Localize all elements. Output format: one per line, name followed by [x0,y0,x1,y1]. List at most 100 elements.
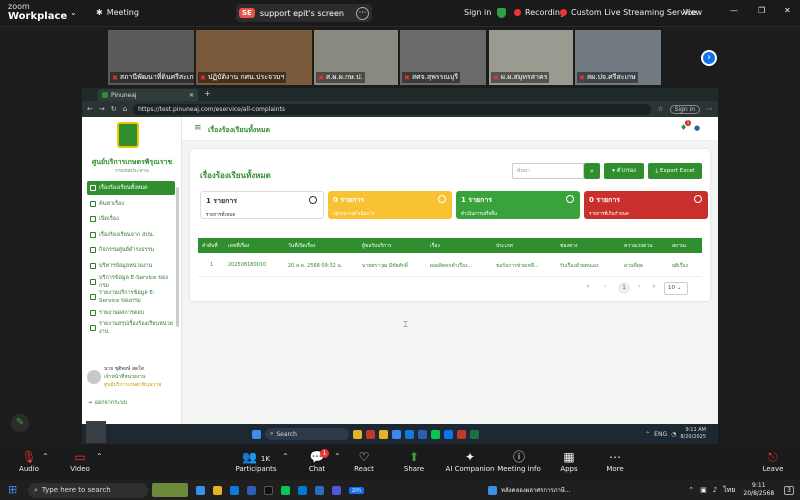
security-shield-icon[interactable] [497,8,506,20]
stat-card[interactable]: 0 รายการ รายการที่เกินกำหนด [584,191,708,219]
chat-options-chevron-icon[interactable]: ⌃ [334,452,341,461]
sidebar-item[interactable]: ค้นหาเรื่อง [87,197,175,211]
next-page-arrow-icon[interactable]: › [701,50,717,66]
live-stream-indicator[interactable]: Custom Live Streaming Service [560,8,697,17]
restore-icon[interactable]: ❐ [758,6,765,15]
url-input[interactable]: https://test.pinuneaj.com/eservice/all-c… [133,103,652,115]
search-input[interactable]: ค้นหา [512,163,584,179]
participants-button[interactable]: 👥 1K Participants [233,449,279,473]
column-header[interactable]: สถานะ [672,242,687,250]
chrome-icon[interactable] [392,429,401,439]
participant-tile[interactable]: ✖ สศจ.สุพรรณบุรี [400,30,486,85]
column-header[interactable]: ความเร่งด่วน [624,242,653,250]
filter-button[interactable]: ▾ ตัวกรอง [604,163,644,179]
remote-lang[interactable]: ENG [654,431,667,438]
column-header[interactable]: วันที่เปิดเรื่อง [288,242,316,250]
sidebar-item[interactable]: เปิดเรื่อง [87,212,175,226]
line-icon[interactable] [431,429,440,439]
back-icon[interactable]: ← [87,105,93,113]
zoom-icon[interactable] [444,429,453,439]
excel-icon[interactable] [470,429,479,439]
apps-button[interactable]: ▦ Apps [546,449,592,473]
more-options-icon[interactable]: ··· [356,6,369,20]
windows-start-icon[interactable]: ⊞ [8,483,17,496]
sidebar-item[interactable]: รายงานบริการข้อมูล E-Service ของกรม [87,290,175,304]
reload-icon[interactable]: ↻ [111,105,117,113]
search-button[interactable]: ⌕ [584,163,600,179]
annotate-pencil-icon[interactable]: ✎ [11,414,29,432]
stat-card[interactable]: 1 รายการ รายการทั้งหมด [200,191,324,219]
app-icon[interactable] [315,485,324,495]
column-header[interactable]: เลขที่เรื่อง [228,242,249,250]
pdf-icon[interactable] [457,429,466,439]
logout-link[interactable]: ⇥ ออกจากระบบ [87,399,177,407]
system-clock[interactable]: 9:11 20/8/2568 [743,482,774,498]
participant-tile[interactable]: ✖ ผ.ผ.สมุทรสาคร [489,30,573,85]
teams-icon[interactable] [332,485,341,495]
browser-menu-icon[interactable]: ⋯ [706,105,713,113]
active-app-title[interactable]: หลังคลองผลาศรการภาษี... [501,485,571,495]
share-indicator[interactable]: SE support epit's screen ··· [236,4,372,22]
page-current[interactable]: 1 [618,282,630,294]
file-explorer-icon[interactable] [213,485,222,495]
sidebar-item[interactable]: รายงานสรุปเรื่องร้องเรียนหน่วยงาน [87,321,175,335]
tray-chevron-icon[interactable]: ⌃ [688,486,694,494]
participant-tile[interactable]: ✖ ส.ผ.ผ.กษ.ป. [314,30,398,85]
minimize-icon[interactable]: — [730,6,738,15]
ai-companion-button[interactable]: ✦ AI Companion [442,449,498,473]
sidebar-item[interactable]: กิจกรรมศูนย์ดำรงธรรม [87,243,175,257]
column-header[interactable]: ผู้ขอรับบริการ [362,242,392,250]
volume-icon[interactable]: ♪ [713,486,717,494]
notification-center-badge[interactable]: 3 [784,485,794,495]
tiktok-icon[interactable] [264,485,273,495]
task-view-icon[interactable] [196,485,205,495]
user-icon[interactable]: ● [694,124,700,132]
home-icon[interactable]: ⌂ [123,105,127,113]
sidebar-item[interactable]: รายงานผลการตอบ [87,306,175,320]
participant-tile[interactable]: ✖ สถานีพัฒนาที่ดินศรีสะเกษ [108,30,194,85]
audio-options-chevron-icon[interactable]: ⌃ [42,452,49,461]
more-button[interactable]: ⋯ More [592,449,638,473]
video-options-chevron-icon[interactable]: ⌃ [96,452,103,461]
forward-icon[interactable]: → [99,105,105,113]
folder-icon[interactable] [353,429,362,439]
explorer-icon[interactable] [379,429,388,439]
sidebar-item[interactable]: บริหารข้อมูลหน่วยงาน [87,259,175,273]
app-icon[interactable] [366,429,375,439]
windows-start-icon[interactable] [252,429,261,439]
column-header[interactable]: ประเภท [496,242,513,250]
participants-options-chevron-icon[interactable]: ⌃ [282,452,289,461]
first-page-icon[interactable]: « [586,283,590,290]
weather-widget-icon[interactable] [152,483,188,497]
participant-tile[interactable]: ✖ ปฏิบัติงาน กศน.ประจวบฯ [196,30,312,85]
sidebar-item[interactable]: เรื่องร้องเรียนทั้งหมด [87,181,175,195]
keyboard-lang[interactable]: ไทย [723,485,735,496]
prev-page-icon[interactable]: ‹ [604,283,606,290]
view-button[interactable]: View [683,8,702,17]
zoom-taskbar-icon[interactable]: zm [349,486,364,494]
export-excel-button[interactable]: ⤓ Export Excel [648,163,702,179]
column-header[interactable]: ช่องทาง [560,242,577,250]
close-icon[interactable]: ✕ [784,6,791,15]
meeting-button[interactable]: ✱ Meeting [96,8,139,17]
close-tab-icon[interactable]: ✕ [189,92,194,99]
table-row[interactable]: 1 202508180010 20 ส.ค. 2568 09:32 น. นายพรา… [198,253,702,277]
tray-chevron-icon[interactable]: ⌃ [645,431,650,438]
mail-icon[interactable] [298,485,307,495]
stat-card[interactable]: 0 รายการ อยู่ระหว่างดำเนินการ [328,191,452,219]
stat-card[interactable]: 1 รายการ ดำเนินการเสร็จสิ้น [456,191,580,219]
column-header[interactable]: เรื่อง [430,242,440,250]
sidebar-scrollbar[interactable] [176,187,179,327]
page-size-select[interactable]: 10 ⌄ [664,282,688,295]
active-app-icon[interactable] [488,485,497,495]
windows-search-box[interactable]: ⌕ Type here to search [28,482,148,498]
meeting-info-button[interactable]: ⓘ Meeting info [496,449,542,473]
line-icon[interactable] [281,485,290,495]
sidebar-item[interactable]: เรื่องร้องเรียนจาก สปน. [87,228,175,242]
star-icon[interactable]: ☆ [657,105,663,113]
recording-indicator[interactable]: Recording [514,8,565,17]
share-button[interactable]: ⬆ Share [391,449,437,473]
last-page-icon[interactable]: » [652,283,656,290]
remote-search-box[interactable]: ⌕ Search [265,428,349,440]
edge-icon[interactable] [405,429,414,439]
